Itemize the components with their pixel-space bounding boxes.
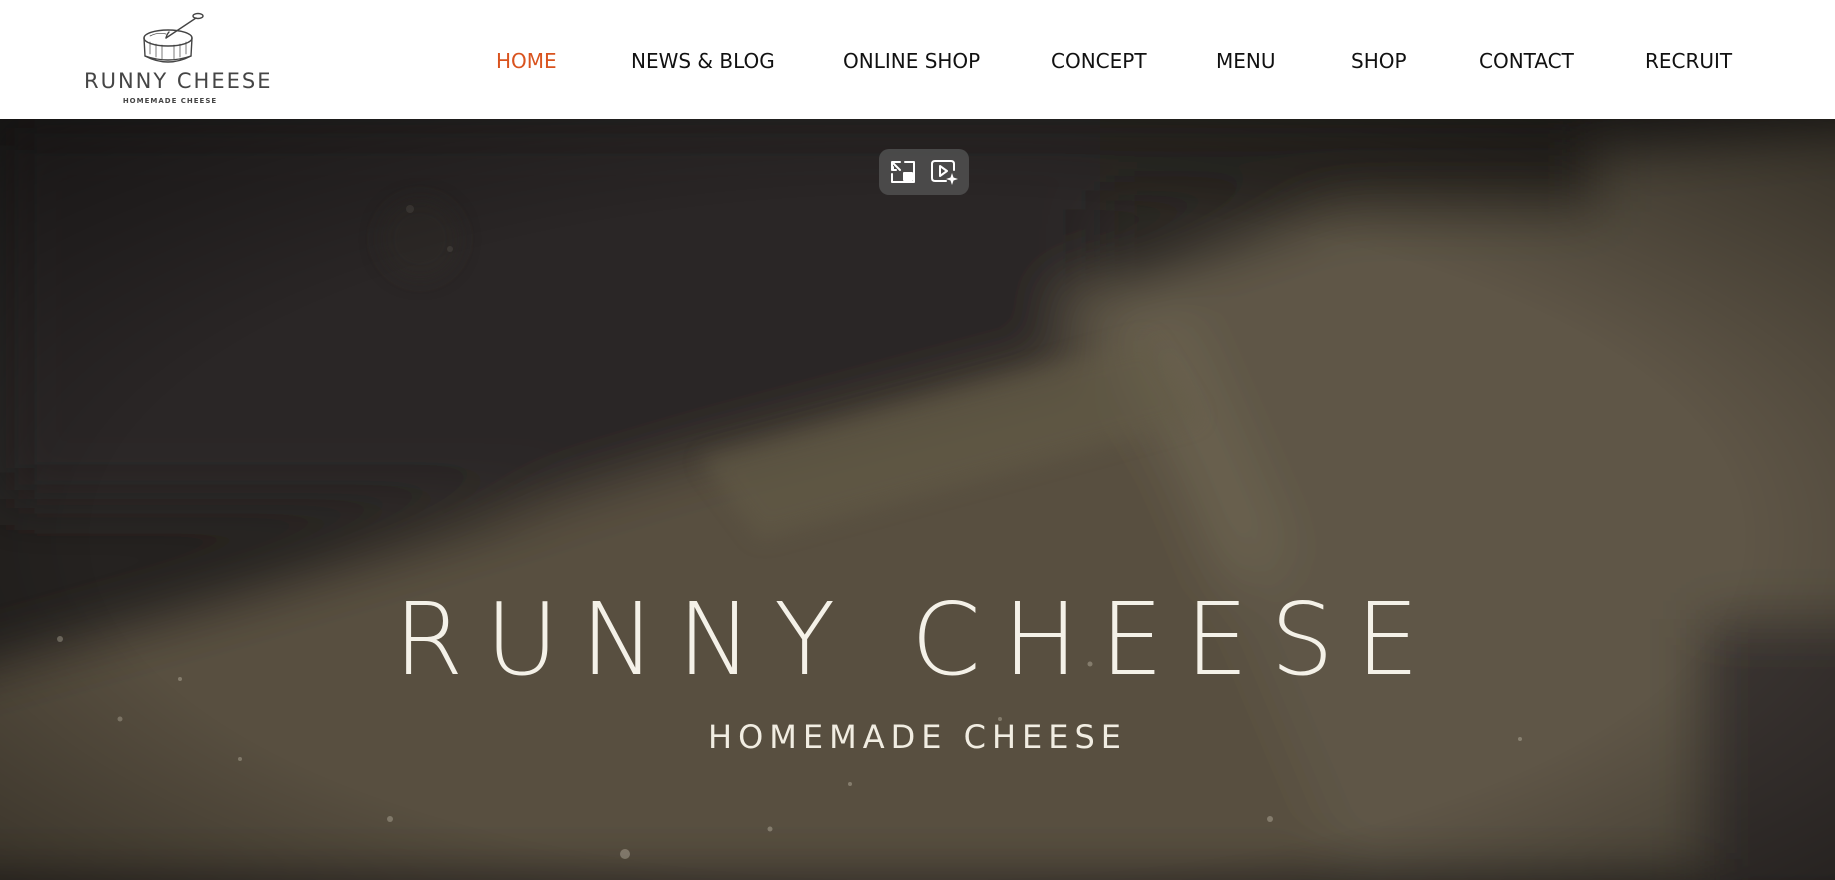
nav-item-menu[interactable]: MENU — [1216, 47, 1276, 75]
nav-item-home[interactable]: HOME — [496, 47, 557, 75]
brand-name: RUNNY CHEESE — [84, 69, 273, 93]
video-effects-button[interactable] — [929, 157, 959, 187]
cheese-pot-logo-icon — [143, 12, 204, 63]
video-overlay-controls — [879, 149, 969, 195]
site-header: RUNNY CHEESE HOMEMADE CHEESE HOME NEWS &… — [0, 0, 1835, 119]
hero-video: RUNNY CHEESE HOMEMADE CHEESE — [0, 119, 1835, 880]
brand-logo[interactable]: RUNNY CHEESE HOMEMADE CHEESE — [80, 12, 273, 108]
nav-item-concept[interactable]: CONCEPT — [1051, 47, 1147, 75]
video-effects-icon — [931, 160, 958, 185]
nav-item-shop[interactable]: SHOP — [1351, 47, 1407, 75]
nav-item-recruit[interactable]: RECRUIT — [1645, 47, 1732, 75]
nav-item-contact[interactable]: CONTACT — [1479, 47, 1574, 75]
nav-item-news-blog[interactable]: NEWS & BLOG — [631, 47, 775, 75]
hero-background-video-frame — [0, 119, 1835, 880]
hero-subtitle: HOMEMADE CHEESE — [708, 718, 1127, 756]
brand-tagline: HOMEMADE CHEESE — [122, 97, 218, 105]
exit-picture-in-picture-button[interactable] — [888, 157, 918, 187]
hero-title: RUNNY CHEESE — [393, 581, 1442, 698]
exit-picture-in-picture-icon — [891, 161, 915, 183]
nav-item-online-shop[interactable]: ONLINE SHOP — [843, 47, 980, 75]
